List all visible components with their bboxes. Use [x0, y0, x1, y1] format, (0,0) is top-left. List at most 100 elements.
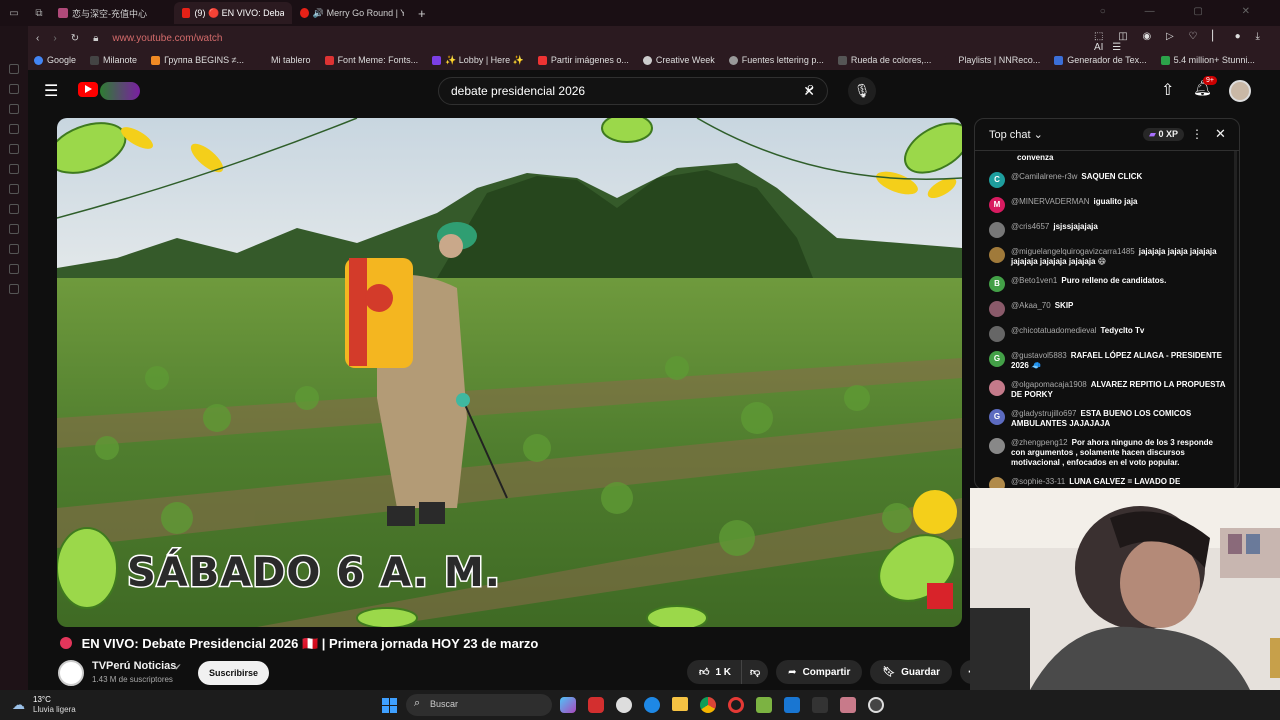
- tab-list-icon[interactable]: ⧉: [28, 8, 50, 19]
- chrome-icon[interactable]: [700, 697, 716, 713]
- bookmark-mi-tablero[interactable]: Mi tablero: [258, 55, 311, 65]
- sidebar-app-icon[interactable]: [9, 244, 19, 254]
- bookmark-playlists[interactable]: Playlists | NNReco...: [945, 55, 1040, 65]
- chat-avatar[interactable]: [989, 326, 1005, 342]
- like-button[interactable]: 👍︎ 1 K: [687, 660, 742, 684]
- file-explorer-icon[interactable]: [672, 697, 688, 711]
- save-button[interactable]: 🔖︎ Guardar: [870, 660, 952, 684]
- bookmark-lobby[interactable]: ✨ Lobby | Here ✨: [432, 55, 524, 66]
- chat-author[interactable]: @olgapomacaja1908: [1011, 380, 1087, 389]
- url-field[interactable]: www.youtube.com/watch: [112, 33, 222, 44]
- chat-avatar[interactable]: G: [989, 351, 1005, 367]
- chat-message: C @Camilalrene-r3w SAQUEN CLICK: [975, 170, 1239, 190]
- chat-scrollbar[interactable]: [1234, 151, 1237, 489]
- app-icon[interactable]: [756, 697, 772, 713]
- share-button[interactable]: ➦ Compartir: [776, 660, 863, 684]
- app-icon[interactable]: [588, 697, 604, 713]
- bookmark-font-meme[interactable]: Font Meme: Fonts...: [324, 55, 419, 65]
- channel-name[interactable]: TVPerú Noticias: [92, 660, 176, 672]
- tab-recharge[interactable]: 恋与深空-充值中心: [50, 2, 170, 24]
- sidebar-app-icon[interactable]: [9, 164, 19, 174]
- dislike-button[interactable]: 👎︎: [741, 660, 769, 684]
- video-player[interactable]: SÁBADO 6 A. M.: [57, 118, 962, 627]
- app-icon[interactable]: [616, 697, 632, 713]
- chat-avatar[interactable]: M: [989, 197, 1005, 213]
- chat-avatar[interactable]: B: [989, 276, 1005, 292]
- search-icon[interactable]: ⌕: [806, 79, 815, 97]
- upload-icon[interactable]: ⇧: [1161, 80, 1174, 100]
- sidebar-toggle-icon[interactable]: ▭: [0, 8, 28, 19]
- weather-temp[interactable]: 13°C: [33, 695, 51, 704]
- chat-avatar[interactable]: [989, 247, 1005, 263]
- chat-author[interactable]: @cris4657: [1011, 222, 1049, 231]
- new-tab-button[interactable]: +: [418, 6, 426, 21]
- bookmark-label: Font Meme: Fonts...: [337, 55, 419, 65]
- back-icon[interactable]: ‹: [36, 33, 39, 44]
- app-icon[interactable]: [812, 697, 828, 713]
- bookmark-google[interactable]: Google: [34, 55, 76, 65]
- bookmark-fuentes-lettering[interactable]: Fuentes lettering p...: [728, 55, 824, 65]
- chat-author[interactable]: @chicotatuadomedieval: [1011, 326, 1097, 335]
- chat-author[interactable]: @MINERVADERMAN: [1011, 197, 1090, 206]
- sidebar-app-icon[interactable]: [9, 204, 19, 214]
- voice-search-icon[interactable]: 🎙︎: [848, 77, 876, 105]
- chat-author[interactable]: @gustavol5883: [1011, 351, 1067, 360]
- subscribe-button[interactable]: Suscribirse: [198, 661, 270, 685]
- chat-avatar[interactable]: [989, 301, 1005, 317]
- weather-icon[interactable]: ☁: [12, 697, 25, 713]
- xp-badge[interactable]: ▰ 0 XP: [1143, 128, 1184, 141]
- sidebar-app-icon[interactable]: [9, 104, 19, 114]
- app-icon[interactable]: [840, 697, 856, 713]
- reload-icon[interactable]: ↻: [71, 33, 79, 44]
- sidebar-app-icon[interactable]: [9, 124, 19, 134]
- app-icon[interactable]: [784, 697, 800, 713]
- bookmark-icon: [151, 55, 161, 65]
- chat-author[interactable]: @sophie-33-11: [1011, 477, 1065, 486]
- chat-avatar[interactable]: C: [989, 172, 1005, 188]
- chat-avatar[interactable]: [989, 222, 1005, 238]
- chat-author[interactable]: @Akaa_70: [1011, 301, 1051, 310]
- sidebar-app-icon[interactable]: [9, 284, 19, 294]
- opera-icon[interactable]: [728, 697, 744, 713]
- search-icon: ⌕: [414, 697, 421, 709]
- close-chat-icon[interactable]: ✕: [1215, 126, 1226, 142]
- chat-avatar[interactable]: [989, 380, 1005, 396]
- bookmark-generador-texto[interactable]: Generador de Tex...: [1054, 55, 1147, 65]
- tab-youtube-live[interactable]: (9) 🔴 EN VIVO: Debate P: [174, 2, 292, 24]
- tab-merry-go-round[interactable]: 🔊 Merry Go Round | You: [292, 2, 412, 24]
- chat-author[interactable]: @Camilalrene-r3w: [1011, 172, 1077, 181]
- menu-icon[interactable]: ☰: [44, 81, 58, 101]
- chat-avatar[interactable]: G: [989, 409, 1005, 425]
- sidebar-app-icon[interactable]: [9, 224, 19, 234]
- sidebar-app-icon[interactable]: [9, 264, 19, 274]
- obs-icon[interactable]: [868, 697, 884, 713]
- start-button[interactable]: [382, 698, 397, 713]
- chat-author[interactable]: @Beto1ven1: [1011, 276, 1057, 285]
- webcam-overlay: [970, 488, 1280, 690]
- chat-author[interactable]: @gladystrujillo697: [1011, 409, 1077, 418]
- avatar[interactable]: [1229, 80, 1251, 102]
- bookmark-rueda-colores[interactable]: Rueda de colores,...: [837, 55, 931, 65]
- sidebar-app-icon[interactable]: [9, 84, 19, 94]
- chat-author[interactable]: @miguelangelquirogavizcarra1485: [1011, 247, 1135, 256]
- sidebar-app-icon[interactable]: [9, 64, 19, 74]
- edge-icon[interactable]: [644, 697, 660, 713]
- sidebar-app-icon[interactable]: [9, 144, 19, 154]
- copilot-icon[interactable]: [560, 697, 576, 713]
- forward-icon[interactable]: ›: [53, 33, 56, 44]
- sidebar-app-icon[interactable]: [9, 184, 19, 194]
- bookmark-begins[interactable]: Группа BEGINS ≠...: [151, 55, 244, 65]
- youtube-logo[interactable]: [78, 82, 98, 97]
- search-input[interactable]: debate presidencial 2026 ✕: [438, 77, 828, 105]
- chat-author[interactable]: @zhengpeng12: [1011, 438, 1068, 447]
- taskbar-search-input[interactable]: ⌕ Buscar: [406, 694, 552, 716]
- chat-mode-dropdown[interactable]: Top chat ⌄: [989, 128, 1043, 141]
- chat-menu-icon[interactable]: ⋮: [1191, 127, 1203, 141]
- bookmark-stunning[interactable]: 5.4 million+ Stunni...: [1160, 55, 1255, 65]
- chat-avatar[interactable]: [989, 438, 1005, 454]
- thumbs-down-icon: 👎︎: [750, 667, 761, 678]
- bookmark-creative-week[interactable]: Creative Week: [642, 55, 715, 65]
- channel-avatar[interactable]: [58, 660, 84, 686]
- bookmark-milanote[interactable]: Milanote: [90, 55, 137, 65]
- bookmark-partir-imagenes[interactable]: Partir imágenes o...: [537, 55, 629, 65]
